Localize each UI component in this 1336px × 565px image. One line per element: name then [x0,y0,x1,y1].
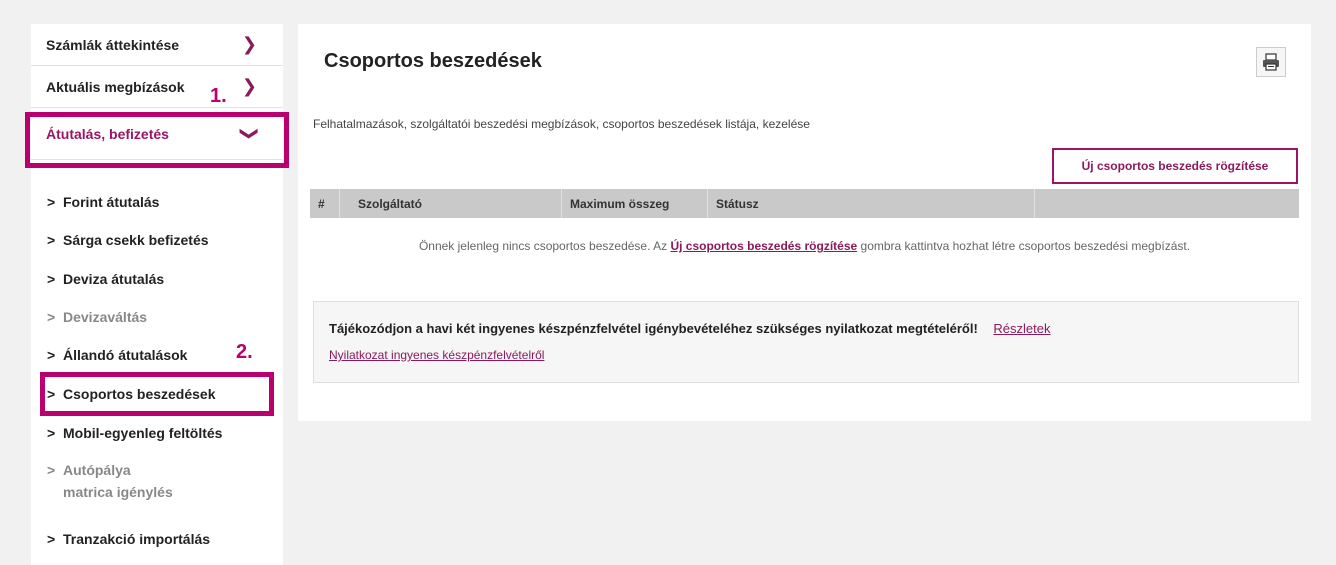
chevron-right-icon: > [47,194,56,210]
chevron-right-icon: > [47,271,56,287]
sidebar-item-label: Átutalás, befizetés [46,125,169,142]
chevron-right-icon: > [47,462,56,478]
column-header-status: Státusz [708,189,1035,218]
submenu-label: Autópálya matrica igénylés [63,462,173,500]
chevron-right-icon: ❯ [241,34,257,54]
submenu-label: Mobil-egyenleg feltöltés [63,425,223,441]
sidebar-item-szamlak[interactable]: Számlák áttekintése ❯ [31,24,283,66]
column-header-provider: Szolgáltató [340,189,562,218]
print-button[interactable] [1256,47,1286,77]
details-link[interactable]: Részletek [993,321,1050,336]
info-text: Tájékozódjon a havi két ingyenes készpén… [329,321,978,336]
submenu-autopalya-matrica[interactable]: > Autópálya matrica igénylés [47,459,187,503]
chevron-right-icon: > [47,531,56,547]
submenu-label: Tranzakció importálás [63,531,211,547]
chevron-right-icon: > [47,232,56,248]
chevron-right-icon: > [47,309,56,325]
chevron-right-icon: > [47,425,56,441]
submenu-csoportos-beszedesek[interactable]: > Csoportos beszedések [47,383,216,405]
submenu-label: Állandó átutalások [63,347,188,363]
page-title: Csoportos beszedések [324,50,542,72]
info-line: Tájékozódjon a havi két ingyenes készpén… [329,321,1051,336]
submenu-devizavaltas[interactable]: > Devizaváltás [47,306,147,328]
submenu-label: Csoportos beszedések [63,386,216,402]
submenu-label: Devizaváltás [63,309,148,325]
chevron-right-icon: ❯ [241,76,257,96]
sidebar-item-atutalas[interactable]: Átutalás, befizetés ❯ [31,108,283,160]
column-header-number: # [310,189,340,218]
sidebar: Számlák áttekintése ❯ Aktuális megbízáso… [31,24,283,565]
submenu-tranzakcio-importalas[interactable]: > Tranzakció importálás [47,528,210,550]
step-number-2: 2. [236,341,253,363]
submenu-label: Deviza átutalás [63,271,165,287]
sidebar-item-label: Számlák áttekintése [46,36,180,53]
printer-icon [1263,53,1279,71]
empty-table-message: Önnek jelenleg nincs csoportos beszedése… [310,236,1299,256]
submenu-label: Forint átutalás [63,194,160,210]
main-panel: Csoportos beszedések Felhatalmazások, sz… [298,24,1311,421]
empty-new-link[interactable]: Új csoportos beszedés rögzítése [670,239,857,253]
cash-withdrawal-declaration-link[interactable]: Nyilatkozat ingyenes készpénzfelvételről [329,348,544,362]
submenu-allando-atutalasok[interactable]: > Állandó átutalások [47,344,187,366]
chevron-down-icon: ❯ [239,125,260,142]
submenu-mobil-egyenleg[interactable]: > Mobil-egyenleg feltöltés [47,422,222,444]
sidebar-item-label: Aktuális megbízások [46,78,185,95]
submenu-label: Sárga csekk befizetés [63,232,209,248]
submenu-sarga-csekk[interactable]: > Sárga csekk befizetés [47,229,209,251]
sidebar-item-aktualis[interactable]: Aktuális megbízások ❯ [31,66,283,108]
column-header-actions [1035,189,1299,218]
empty-text-before: Önnek jelenleg nincs csoportos beszedése… [418,239,668,253]
column-header-max-amount: Maximum összeg [562,189,708,218]
chevron-right-icon: > [47,347,56,363]
submenu-deviza-atutalas[interactable]: > Deviza átutalás [47,268,164,290]
chevron-right-icon: > [47,386,56,402]
empty-text-after: gombra kattintva hozhat létre csoportos … [860,239,1191,253]
page-description: Felhatalmazások, szolgáltatói beszedési … [313,117,810,131]
info-box: Tájékozódjon a havi két ingyenes készpén… [313,301,1299,383]
new-direct-debit-button[interactable]: Új csoportos beszedés rögzítése [1052,148,1298,184]
table-header: # Szolgáltató Maximum összeg Státusz [310,189,1299,218]
step-number-1: 1. [210,85,227,107]
submenu-forint-atutalas[interactable]: > Forint átutalás [47,191,159,213]
